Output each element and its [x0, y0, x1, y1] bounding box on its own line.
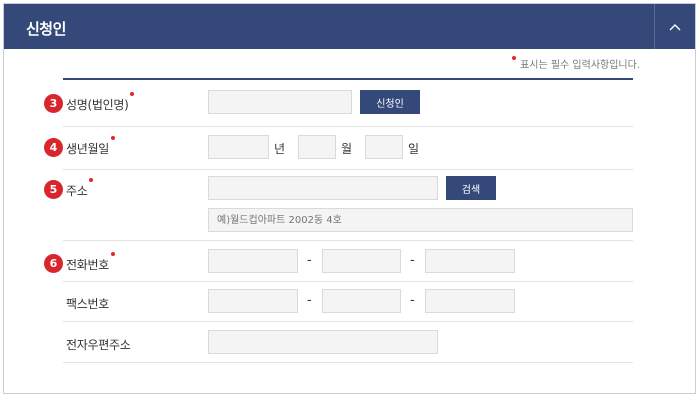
row-divider	[63, 362, 633, 363]
name-label: 성명(법인명)	[66, 92, 135, 113]
address-label-text: 주소	[66, 184, 88, 198]
row-divider	[63, 126, 633, 127]
phone-part3-input[interactable]	[425, 249, 515, 273]
fax-part2-input[interactable]	[322, 289, 401, 313]
fax-label: 팩스번호	[66, 297, 109, 311]
phone-dash: -	[307, 253, 312, 268]
step-badge-5: 5	[44, 180, 63, 199]
required-note: 표시는 필수 입력사항입니다.	[512, 56, 640, 71]
step-badge-6: 6	[44, 254, 63, 273]
address-label: 주소	[66, 178, 94, 199]
required-dot-icon	[89, 178, 94, 182]
required-dot-icon	[110, 136, 115, 140]
address-search-button[interactable]: 검색	[446, 176, 496, 200]
phone-part2-input[interactable]	[322, 249, 401, 273]
fax-part3-input[interactable]	[425, 289, 515, 313]
birth-month-input[interactable]	[298, 135, 336, 159]
birth-year-input[interactable]	[208, 135, 269, 159]
name-label-text: 성명(법인명)	[66, 98, 129, 112]
row-divider	[63, 240, 633, 241]
applicant-button[interactable]: 신청인	[360, 90, 420, 114]
fax-part1-input[interactable]	[208, 289, 298, 313]
chevron-up-icon	[669, 23, 681, 30]
email-input[interactable]	[208, 330, 438, 354]
row-divider	[63, 321, 633, 322]
email-label: 전자우편주소	[66, 338, 131, 352]
name-input[interactable]	[208, 90, 352, 114]
phone-dash: -	[410, 253, 415, 268]
day-unit: 일	[408, 142, 420, 156]
address-detail-input[interactable]	[208, 208, 633, 232]
collapse-button[interactable]	[654, 4, 695, 49]
fax-dash: -	[410, 293, 415, 308]
birth-label-text: 생년월일	[66, 142, 109, 156]
form-top-border	[63, 78, 633, 80]
step-badge-4: 4	[44, 138, 63, 157]
required-note-text: 표시는 필수 입력사항입니다.	[520, 60, 640, 71]
phone-part1-input[interactable]	[208, 249, 298, 273]
panel-title: 신청인	[26, 20, 66, 38]
step-badge-3: 3	[44, 94, 63, 113]
required-dot-icon	[110, 252, 115, 256]
address-input[interactable]	[208, 176, 438, 200]
birth-label: 생년월일	[66, 136, 115, 157]
birth-day-input[interactable]	[365, 135, 403, 159]
required-dot-icon	[130, 92, 135, 96]
required-dot-icon	[512, 56, 517, 60]
fax-dash: -	[307, 293, 312, 308]
row-divider	[63, 281, 633, 282]
row-divider	[63, 169, 633, 170]
month-unit: 월	[341, 142, 353, 156]
phone-label-text: 전화번호	[66, 258, 109, 272]
phone-label: 전화번호	[66, 252, 115, 273]
year-unit: 년	[274, 142, 286, 156]
panel-header: 신청인	[4, 4, 695, 49]
